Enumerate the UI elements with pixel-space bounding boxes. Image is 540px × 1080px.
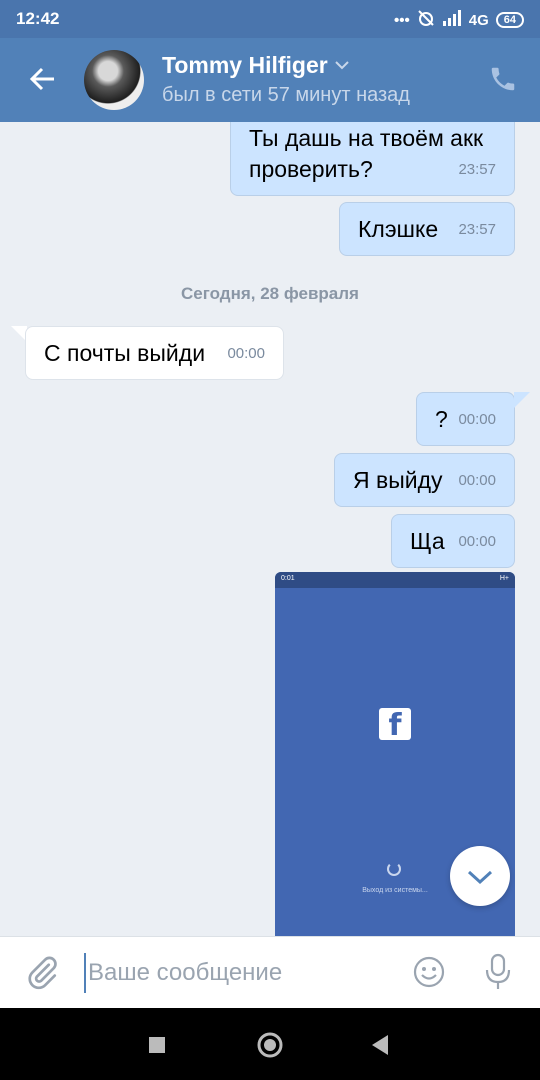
last-seen-status: был в сети 57 минут назад <box>162 84 410 106</box>
back-arrow-icon[interactable] <box>26 62 60 96</box>
message-time: 23:57 <box>458 161 496 178</box>
network-type: 4G <box>468 11 489 29</box>
circle-nav-icon[interactable] <box>256 1031 284 1064</box>
message-text: ? <box>435 406 448 432</box>
system-navigation-bar <box>0 1008 540 1080</box>
phone-icon[interactable] <box>488 64 518 94</box>
scroll-down-button[interactable] <box>450 846 510 906</box>
facebook-logo-icon: f <box>379 708 411 743</box>
alarm-off-icon <box>417 9 435 31</box>
microphone-icon[interactable] <box>484 953 512 991</box>
status-time: 12:42 <box>16 9 60 28</box>
message-text: Ща <box>410 528 445 554</box>
paperclip-icon[interactable] <box>24 955 60 991</box>
message-bubble-outgoing[interactable]: Ты дашь на твоём акк проверить? 23:57 <box>230 122 515 196</box>
emoji-icon[interactable] <box>412 955 446 989</box>
status-bar: 12:42 ••• 4G 64 <box>0 0 540 38</box>
more-dots-icon: ••• <box>393 11 410 29</box>
battery-icon: 64 <box>495 12 524 28</box>
message-input[interactable] <box>84 953 384 993</box>
message-text: Я выйду <box>353 467 443 493</box>
message-bubble-outgoing[interactable]: Ща 00:00 <box>391 514 515 568</box>
square-nav-icon[interactable] <box>148 1036 166 1059</box>
message-time: 00:00 <box>458 472 496 489</box>
chevron-down-icon <box>467 870 493 885</box>
chat-header: Tommy Hilfiger был в сети 57 минут назад <box>0 38 540 122</box>
contact-name[interactable]: Tommy Hilfiger <box>162 52 328 79</box>
message-bubble-outgoing[interactable]: Я выйду 00:00 <box>334 453 515 507</box>
message-time: 00:00 <box>458 533 496 550</box>
message-composer <box>0 936 540 1008</box>
loading-spinner-icon <box>387 862 401 876</box>
photo-status-time: 0:01 <box>281 575 295 582</box>
signal-icon <box>442 10 462 30</box>
bubble-tail <box>514 392 530 408</box>
message-bubble-outgoing[interactable]: ? 00:00 <box>416 392 515 446</box>
message-time: 00:00 <box>458 411 496 428</box>
date-separator: Сегодня, 28 февраля <box>181 284 359 303</box>
photo-status-network: H+ <box>499 575 509 582</box>
chevron-down-icon[interactable] <box>334 58 350 76</box>
status-icons: ••• 4G 64 <box>394 9 524 31</box>
message-time: 00:00 <box>227 345 265 362</box>
message-text: Ты дашь на твоём акк <box>249 125 484 151</box>
message-text: Клэшке <box>358 216 439 242</box>
message-text: С почты выйди <box>44 340 206 366</box>
message-bubble-outgoing[interactable]: Клэшке 23:57 <box>339 202 515 256</box>
avatar[interactable] <box>84 50 144 110</box>
message-list[interactable]: Ты дашь на твоём акк проверить? 23:57 Кл… <box>0 122 540 936</box>
message-time: 23:57 <box>458 221 496 238</box>
photo-status-bar: 0:01 H+ <box>275 572 515 588</box>
triangle-back-nav-icon[interactable] <box>370 1034 390 1061</box>
message-bubble-incoming[interactable]: С почты выйди 00:00 <box>25 326 284 380</box>
